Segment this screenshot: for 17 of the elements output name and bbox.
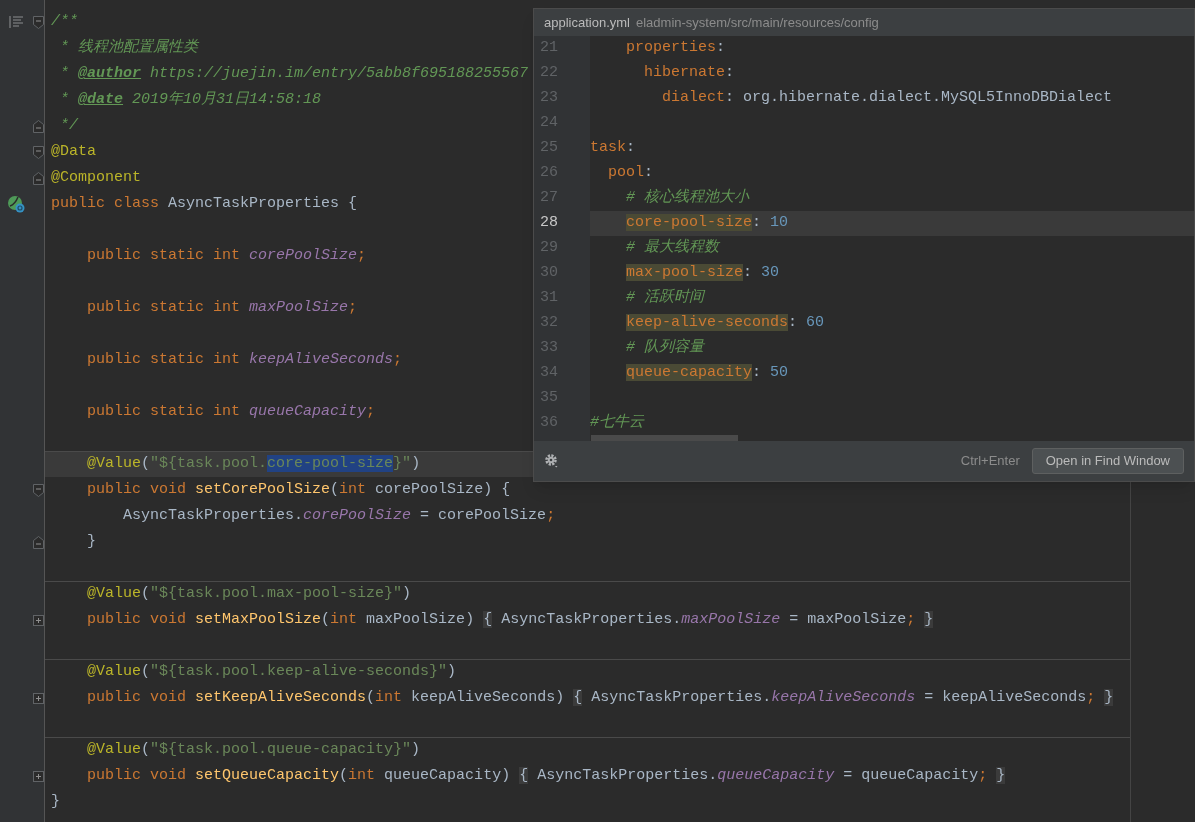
shortcut-hint: Ctrl+Enter xyxy=(960,452,1020,471)
scrollbar[interactable] xyxy=(591,435,738,441)
bean-icon[interactable] xyxy=(7,195,25,213)
fold-icon[interactable] xyxy=(32,483,44,497)
file-path: eladmin-system/src/main/resources/config xyxy=(636,13,879,32)
fold-icon[interactable] xyxy=(32,535,44,549)
fold-icon[interactable] xyxy=(32,15,44,29)
expand-icon[interactable] xyxy=(32,614,44,626)
fold-icon[interactable] xyxy=(32,171,44,185)
expand-icon[interactable] xyxy=(32,770,44,782)
structure-icon[interactable] xyxy=(9,16,23,28)
expand-icon[interactable] xyxy=(32,692,44,704)
file-name: application.yml xyxy=(544,13,630,32)
open-in-find-window-button[interactable]: Open in Find Window xyxy=(1031,448,1184,474)
settings-icon[interactable] xyxy=(544,453,560,469)
fold-icon[interactable] xyxy=(32,145,44,159)
fold-icon[interactable] xyxy=(32,119,44,133)
